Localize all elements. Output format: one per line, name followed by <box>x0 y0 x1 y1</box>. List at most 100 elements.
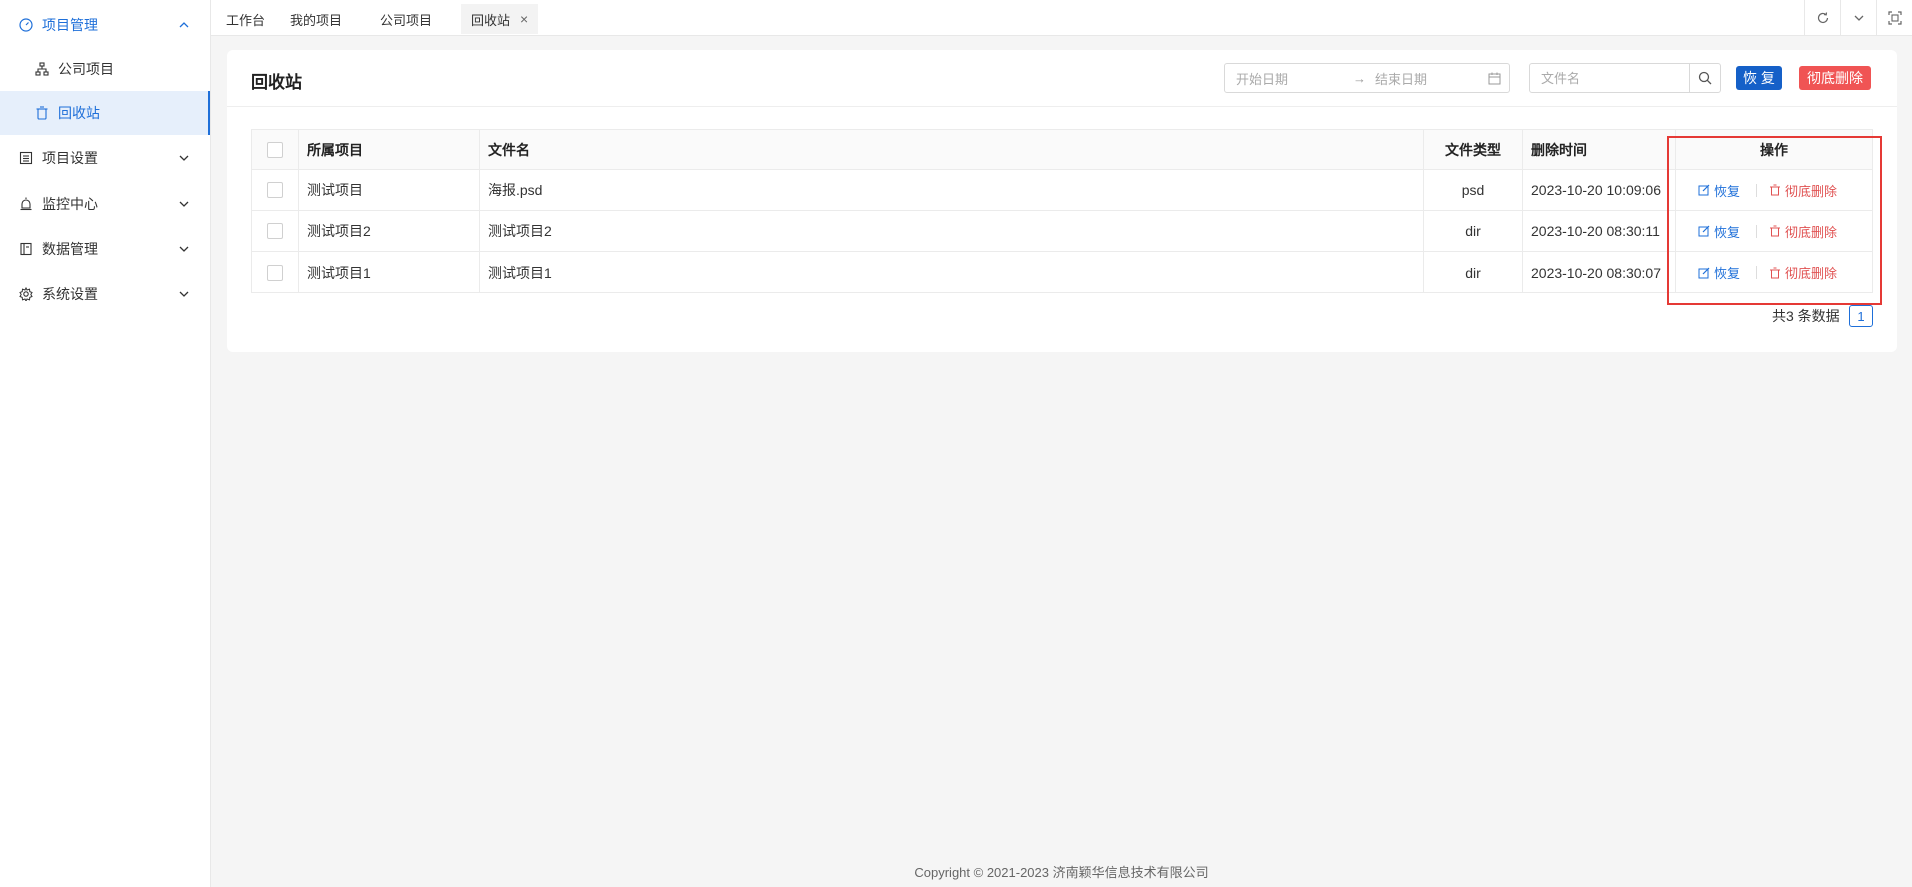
book-icon <box>18 241 34 257</box>
tab-label: 公司项目 <box>380 12 433 28</box>
row-delete-label: 彻底删除 <box>1785 224 1838 240</box>
search-icon <box>1698 71 1712 85</box>
sidebar-item-project-settings[interactable]: 项目设置 <box>0 136 210 180</box>
row-delete-link[interactable]: 彻底删除 <box>1769 222 1837 241</box>
table-row: 测试项目1 测试项目1 dir 2023-10-20 08:30:07 恢复 彻… <box>252 252 1872 293</box>
cell-deleted-at: 2023-10-20 08:30:11 <box>1523 211 1676 251</box>
cell-filename: 测试项目2 <box>480 211 1424 251</box>
table-row: 测试项目 海报.psd psd 2023-10-20 10:09:06 恢复 彻… <box>252 170 1872 211</box>
pagination-page-1[interactable]: 1 <box>1849 305 1873 327</box>
chevron-down-icon <box>179 246 189 252</box>
tab-workbench[interactable]: 工作台 <box>216 4 275 34</box>
header-deleted-at: 删除时间 <box>1523 130 1676 169</box>
sidebar-item-label: 项目设置 <box>42 150 98 166</box>
row-delete-link[interactable]: 彻底删除 <box>1769 263 1837 282</box>
edit-icon <box>1698 267 1710 278</box>
fullscreen-icon <box>1887 11 1902 25</box>
cell-filename: 海报.psd <box>480 170 1424 210</box>
row-select-cell <box>252 252 299 293</box>
pagination-total: 共3 条数据 <box>1772 308 1840 324</box>
row-restore-label: 恢复 <box>1714 183 1741 199</box>
search-input[interactable] <box>1530 64 1690 92</box>
tab-dropdown-button[interactable] <box>1840 0 1876 36</box>
permanent-delete-button[interactable]: 彻底删除 <box>1799 66 1871 90</box>
fullscreen-button[interactable] <box>1876 0 1912 36</box>
range-arrow: → <box>1353 70 1366 86</box>
tab-label: 回收站 <box>471 12 511 28</box>
sidebar-item-label: 回收站 <box>58 105 100 121</box>
row-restore-link[interactable]: 恢复 <box>1698 181 1740 200</box>
row-delete-link[interactable]: 彻底删除 <box>1769 181 1837 200</box>
select-all-cell <box>252 130 299 169</box>
close-icon[interactable]: × <box>520 11 528 27</box>
chevron-down-icon <box>179 291 189 297</box>
row-restore-label: 恢复 <box>1714 224 1741 240</box>
chevron-down-icon <box>179 201 189 207</box>
refresh-button[interactable] <box>1804 0 1840 36</box>
restore-button[interactable]: 恢 复 <box>1736 66 1782 90</box>
sidebar-item-label: 系统设置 <box>42 286 98 302</box>
sidebar-item-label: 项目管理 <box>42 17 98 33</box>
cell-actions: 恢复 彻底删除 <box>1676 252 1872 293</box>
trash-icon <box>1770 225 1780 237</box>
chevron-down-icon <box>179 155 189 161</box>
sidebar-item-label: 公司项目 <box>58 61 114 77</box>
cell-deleted-at: 2023-10-20 10:09:06 <box>1523 170 1676 210</box>
sidebar-item-label: 监控中心 <box>42 196 98 212</box>
tab-label: 工作台 <box>226 12 266 28</box>
row-checkbox[interactable] <box>267 223 283 239</box>
header-filename: 文件名 <box>480 130 1424 169</box>
start-date-input[interactable]: 开始日期 <box>1236 69 1288 88</box>
sidebar: 项目管理 公司项目 回收站 项目设置 监控中心 数据管理 系统设置 <box>0 0 211 887</box>
org-tree-icon <box>34 61 50 77</box>
tab-company-projects[interactable]: 公司项目 <box>370 4 442 34</box>
header-filetype: 文件类型 <box>1424 130 1523 169</box>
tab-recycle-bin[interactable]: 回收站 × <box>461 4 539 34</box>
row-restore-link[interactable]: 恢复 <box>1698 222 1740 241</box>
recycle-table: 所属项目 文件名 文件类型 删除时间 操作 测试项目 海报.psd psd 20… <box>251 129 1873 293</box>
select-all-checkbox[interactable] <box>267 141 283 158</box>
tab-my-projects[interactable]: 我的项目 <box>280 4 352 34</box>
trash-icon <box>1770 267 1780 278</box>
row-checkbox[interactable] <box>267 182 283 198</box>
sidebar-item-system-settings[interactable]: 系统设置 <box>0 272 210 316</box>
chevron-up-icon <box>179 22 189 28</box>
tab-label: 我的项目 <box>290 12 343 28</box>
sidebar-item-data-management[interactable]: 数据管理 <box>0 227 210 271</box>
cell-actions: 恢复 彻底删除 <box>1676 170 1872 210</box>
cell-project: 测试项目1 <box>299 252 480 293</box>
card-header: 回收站 开始日期 → 结束日期 恢 复 彻底删除 <box>227 50 1897 107</box>
chevron-down-icon <box>1854 15 1863 21</box>
sidebar-item-monitoring[interactable]: 监控中心 <box>0 182 210 226</box>
row-checkbox[interactable] <box>267 264 283 281</box>
footer-copyright: Copyright © 2021-2023 济南颖华信息技术有限公司 <box>914 865 1209 880</box>
page-title: 回收站 <box>251 73 302 92</box>
action-divider <box>1756 225 1757 238</box>
row-delete-label: 彻底删除 <box>1785 266 1838 281</box>
sidebar-item-company-projects[interactable]: 公司项目 <box>0 47 210 91</box>
trash-icon <box>34 105 50 121</box>
action-divider <box>1756 184 1757 197</box>
calendar-icon <box>1488 72 1501 85</box>
cell-project: 测试项目2 <box>299 211 480 251</box>
cell-deleted-at: 2023-10-20 08:30:07 <box>1523 252 1676 293</box>
search-button[interactable] <box>1689 64 1720 92</box>
filename-search <box>1529 63 1721 93</box>
table-row: 测试项目2 测试项目2 dir 2023-10-20 08:30:11 恢复 彻… <box>252 211 1872 252</box>
dashboard-icon <box>18 17 34 33</box>
table-header: 所属项目 文件名 文件类型 删除时间 操作 <box>252 130 1872 170</box>
cell-filetype: dir <box>1424 252 1523 293</box>
sidebar-item-project-management[interactable]: 项目管理 <box>0 3 210 47</box>
cell-project: 测试项目 <box>299 170 480 210</box>
row-restore-link[interactable]: 恢复 <box>1698 263 1740 282</box>
recycle-bin-card: 回收站 开始日期 → 结束日期 恢 复 彻底删除 所属项目 文件名 文件类型 删… <box>227 50 1897 352</box>
action-divider <box>1756 266 1757 279</box>
edit-icon <box>1698 184 1710 196</box>
sidebar-item-recycle-bin[interactable]: 回收站 <box>0 91 210 135</box>
cell-filename: 测试项目1 <box>480 252 1424 293</box>
row-select-cell <box>252 211 299 251</box>
sidebar-item-label: 数据管理 <box>42 241 98 257</box>
date-range-picker[interactable]: 开始日期 → 结束日期 <box>1224 63 1510 93</box>
tab-bar: 工作台 我的项目 公司项目 回收站 × <box>211 0 1912 36</box>
end-date-input[interactable]: 结束日期 <box>1375 69 1427 88</box>
